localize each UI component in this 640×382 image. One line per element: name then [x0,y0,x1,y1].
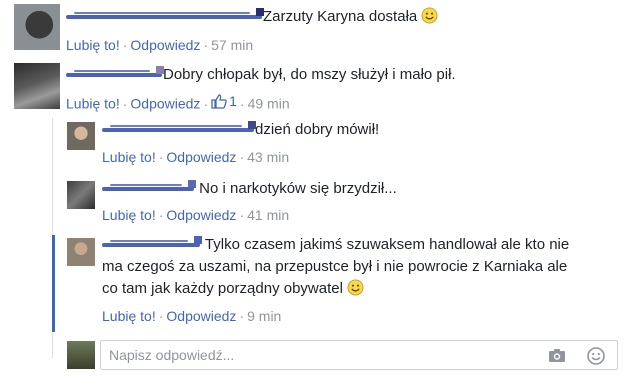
separator: · [122,37,128,53]
redacted-author-name[interactable] [102,121,256,135]
redacted-author-name[interactable] [102,180,196,194]
reply-link[interactable]: Odpowiedz [166,207,236,223]
like-link[interactable]: Lubię to! [102,207,156,223]
thumbs-up-icon [211,93,227,109]
separator: · [203,37,209,53]
avatar[interactable] [67,122,95,150]
separator: · [158,207,164,223]
current-user-avatar[interactable] [67,341,95,369]
comment-text: Zarzuty Karyna dostała [263,8,418,25]
avatar[interactable] [67,238,95,266]
like-link[interactable]: Lubię to! [66,37,120,53]
reply-box [100,340,618,370]
avatar[interactable] [14,4,60,50]
comment-text: No i narkotyków się brzydził... [199,180,397,197]
separator: · [122,95,128,112]
timestamp[interactable]: 57 min [211,37,253,53]
timestamp[interactable]: 41 min [247,207,289,223]
reply-link[interactable]: Odpowiedz [166,149,236,165]
like-link[interactable]: Lubię to! [102,308,156,324]
like-count[interactable]: 1 [211,93,237,109]
thread-highlight [52,235,55,332]
emoji-icon[interactable] [586,346,606,366]
like-link[interactable]: Lubię to! [66,96,120,112]
smiley-icon [421,7,438,24]
reply-link[interactable]: Odpowiedz [166,308,236,324]
redacted-author-name[interactable] [66,66,164,80]
like-count-value: 1 [229,93,237,109]
comment-body: Tylko czasem jakimś szuwaksem handlował … [102,234,612,300]
camera-icon[interactable] [547,346,567,366]
separator: · [158,149,164,165]
avatar[interactable] [14,63,60,109]
comment-text-line: Tylko czasem jakimś szuwaksem handlował … [204,236,570,253]
timestamp[interactable]: 49 min [248,96,290,112]
smiley-icon [347,279,364,296]
reply-link[interactable]: Odpowiedz [130,96,200,112]
avatar[interactable] [67,181,95,209]
separator: · [239,95,245,112]
comment-text-line: co tam jak każdy porządny obywatel [102,280,343,297]
comment-text-line: ma czegoś za uszami, na przepustce był i… [102,258,568,275]
timestamp[interactable]: 9 min [247,308,281,324]
comment-text: Dobry chłopak był, do mszy służył i mało… [163,66,456,83]
like-link[interactable]: Lubię to! [102,149,156,165]
separator: · [203,95,209,112]
separator: · [158,308,164,324]
separator: · [239,149,245,165]
redacted-author-name[interactable] [66,8,264,22]
comment-text: dzień dobry mówił! [255,121,380,138]
separator: · [239,207,245,223]
timestamp[interactable]: 43 min [247,149,289,165]
reply-input[interactable] [109,347,529,363]
separator: · [239,308,245,324]
redacted-author-name[interactable] [102,236,202,250]
reply-link[interactable]: Odpowiedz [130,37,200,53]
